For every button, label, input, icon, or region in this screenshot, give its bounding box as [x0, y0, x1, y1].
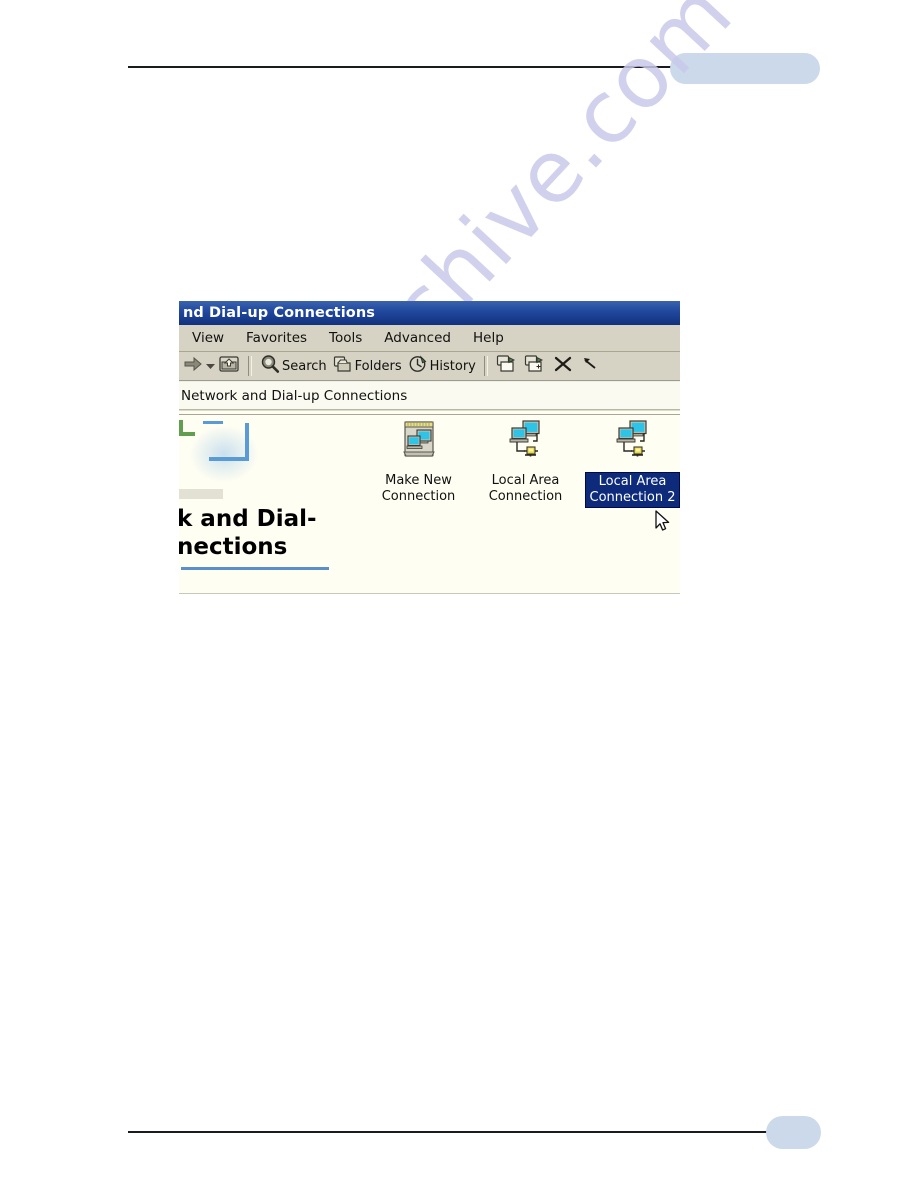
window-client-area: k and Dial- nections Make New Connection…	[179, 415, 680, 591]
menu-item-advanced[interactable]: Advanced	[373, 329, 462, 347]
network-connections-window: nd Dial-up Connections View Favorites To…	[179, 301, 680, 594]
lan-connection-icon	[504, 419, 548, 467]
list-item-label: Make New Connection	[381, 473, 456, 504]
menu-item-help[interactable]: Help	[462, 329, 515, 347]
branding-gray-bar	[179, 489, 223, 499]
search-icon	[260, 354, 280, 379]
branding-heading: k and Dial- nections	[179, 505, 337, 561]
lan-connection-icon	[611, 419, 655, 467]
window-title-bar: nd Dial-up Connections	[179, 301, 680, 325]
page-header-rule	[128, 66, 708, 68]
address-bar[interactable]: Network and Dial-up Connections	[179, 382, 680, 410]
forward-history-dropdown[interactable]	[206, 356, 215, 376]
folders-button-label: Folders	[354, 358, 402, 374]
branding-hook-icon	[209, 423, 249, 461]
up-folder-icon	[218, 354, 240, 379]
mouse-pointer-icon	[655, 510, 671, 534]
branding-heading-line2: nections	[179, 534, 288, 560]
history-button-label: History	[429, 358, 476, 374]
list-item-local-area-connection[interactable]: Local Area Connection	[472, 419, 579, 508]
branding-heading-line1: k and Dial-	[179, 506, 317, 532]
delete-icon	[552, 354, 574, 379]
branding-underline	[181, 567, 329, 570]
copy-to-button[interactable]	[521, 353, 549, 380]
footer-page-number-pill	[766, 1116, 821, 1149]
list-item-label: Local Area Connection	[488, 473, 563, 504]
list-item-make-new-connection[interactable]: Make New Connection	[365, 419, 472, 508]
new-connection-wizard-icon	[397, 419, 441, 467]
toolbar: Search Folders History	[179, 352, 680, 382]
search-button-label: Search	[282, 358, 327, 374]
delete-button[interactable]	[549, 353, 577, 380]
branding-panel: k and Dial- nections	[179, 415, 329, 591]
list-item-local-area-connection-2[interactable]: Local Area Connection 2	[579, 419, 680, 508]
list-item-label-selected: Local Area Connection 2	[584, 472, 680, 508]
page-footer-rule	[128, 1131, 768, 1133]
menu-bar: View Favorites Tools Advanced Help	[179, 325, 680, 352]
menu-item-favorites[interactable]: Favorites	[235, 329, 318, 347]
undo-button[interactable]	[577, 353, 603, 380]
undo-icon	[580, 354, 600, 379]
up-one-level-button[interactable]	[215, 353, 243, 380]
address-bar-text: Network and Dial-up Connections	[181, 387, 408, 404]
history-icon	[408, 354, 428, 379]
header-decorative-pill	[670, 53, 820, 84]
connections-icon-grid: Make New Connection Local Area Connectio…	[365, 419, 680, 508]
menu-item-view[interactable]: View	[181, 329, 235, 347]
toolbar-separator-2	[483, 356, 488, 376]
search-button[interactable]: Search	[257, 353, 330, 380]
copy-to-icon	[524, 354, 546, 379]
branding-green-corner-icon	[179, 420, 195, 436]
move-to-button[interactable]	[493, 353, 521, 380]
toolbar-separator-1	[248, 356, 252, 376]
menu-item-tools[interactable]: Tools	[318, 329, 373, 347]
move-to-icon	[496, 354, 518, 379]
forward-button[interactable]	[180, 354, 206, 379]
window-title-text: nd Dial-up Connections	[183, 305, 375, 321]
folders-button[interactable]: Folders	[330, 353, 405, 380]
folders-icon	[333, 354, 353, 379]
history-button[interactable]: History	[405, 353, 479, 380]
forward-arrow-icon	[183, 355, 203, 378]
